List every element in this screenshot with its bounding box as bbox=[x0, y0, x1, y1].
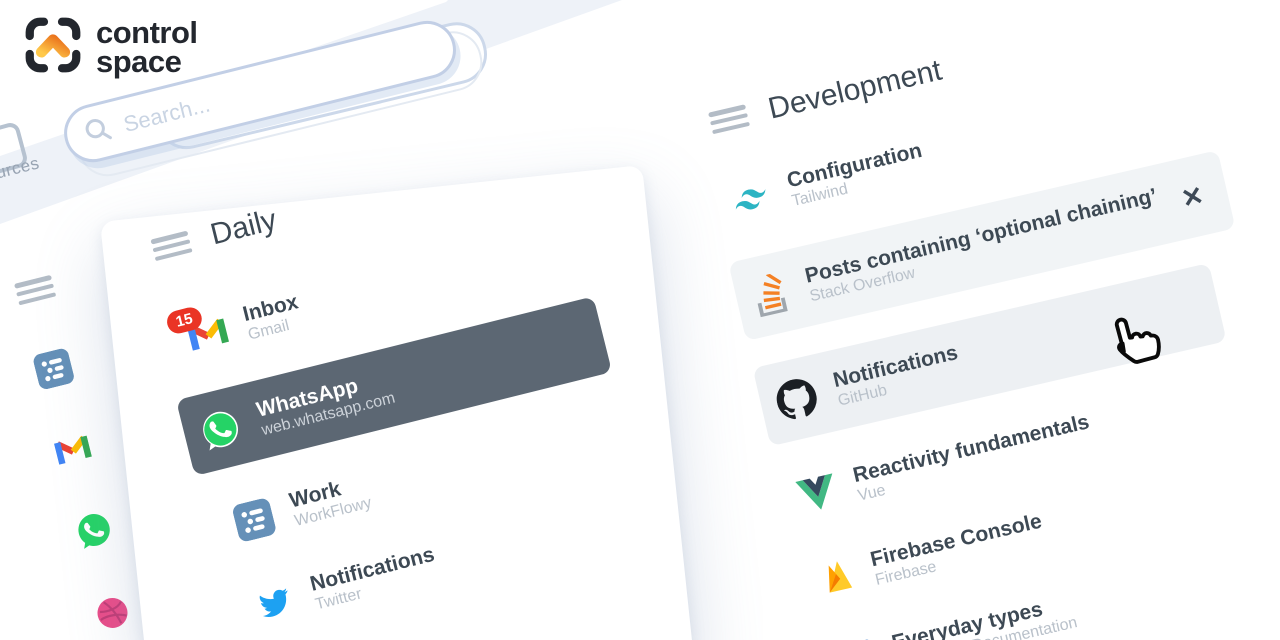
github-icon bbox=[773, 375, 821, 423]
hero-stage: urces controlspace bbox=[0, 0, 1280, 640]
tailwind-icon bbox=[727, 175, 775, 223]
search-icon bbox=[79, 111, 117, 152]
control-space-logo-icon bbox=[22, 14, 84, 81]
whatsapp-icon bbox=[196, 405, 244, 453]
development-space-panel: Development Configuration Tailwind bbox=[706, 0, 1280, 640]
drag-handle-icon[interactable] bbox=[14, 275, 56, 306]
development-drag-handle-icon[interactable] bbox=[708, 104, 750, 134]
gmail-icon: 15 bbox=[186, 314, 230, 353]
twitter-icon bbox=[253, 583, 298, 623]
control-space-logo: controlspace bbox=[22, 14, 198, 81]
development-title: Development bbox=[765, 54, 945, 127]
workflowy-icon bbox=[231, 497, 277, 543]
stackoverflow-icon bbox=[748, 271, 792, 318]
firebase-icon bbox=[814, 555, 858, 600]
daily-drag-handle-icon[interactable] bbox=[150, 231, 192, 262]
workflowy-icon[interactable] bbox=[32, 347, 77, 395]
daily-title: Daily bbox=[207, 203, 280, 252]
whatsapp-icon[interactable] bbox=[72, 508, 117, 556]
close-icon[interactable]: ✕ bbox=[1179, 182, 1206, 212]
daily-list: 15 Inbox Gmail bbox=[169, 200, 706, 640]
dribbble-icon[interactable] bbox=[93, 594, 133, 638]
daily-space-card: Daily 15 Inbox Gmail bbox=[100, 165, 701, 640]
vue-icon bbox=[795, 473, 840, 515]
logo-wordmark: controlspace bbox=[96, 19, 198, 76]
gmail-icon[interactable] bbox=[53, 432, 94, 472]
development-list: Configuration Tailwind bbox=[723, 46, 1280, 640]
